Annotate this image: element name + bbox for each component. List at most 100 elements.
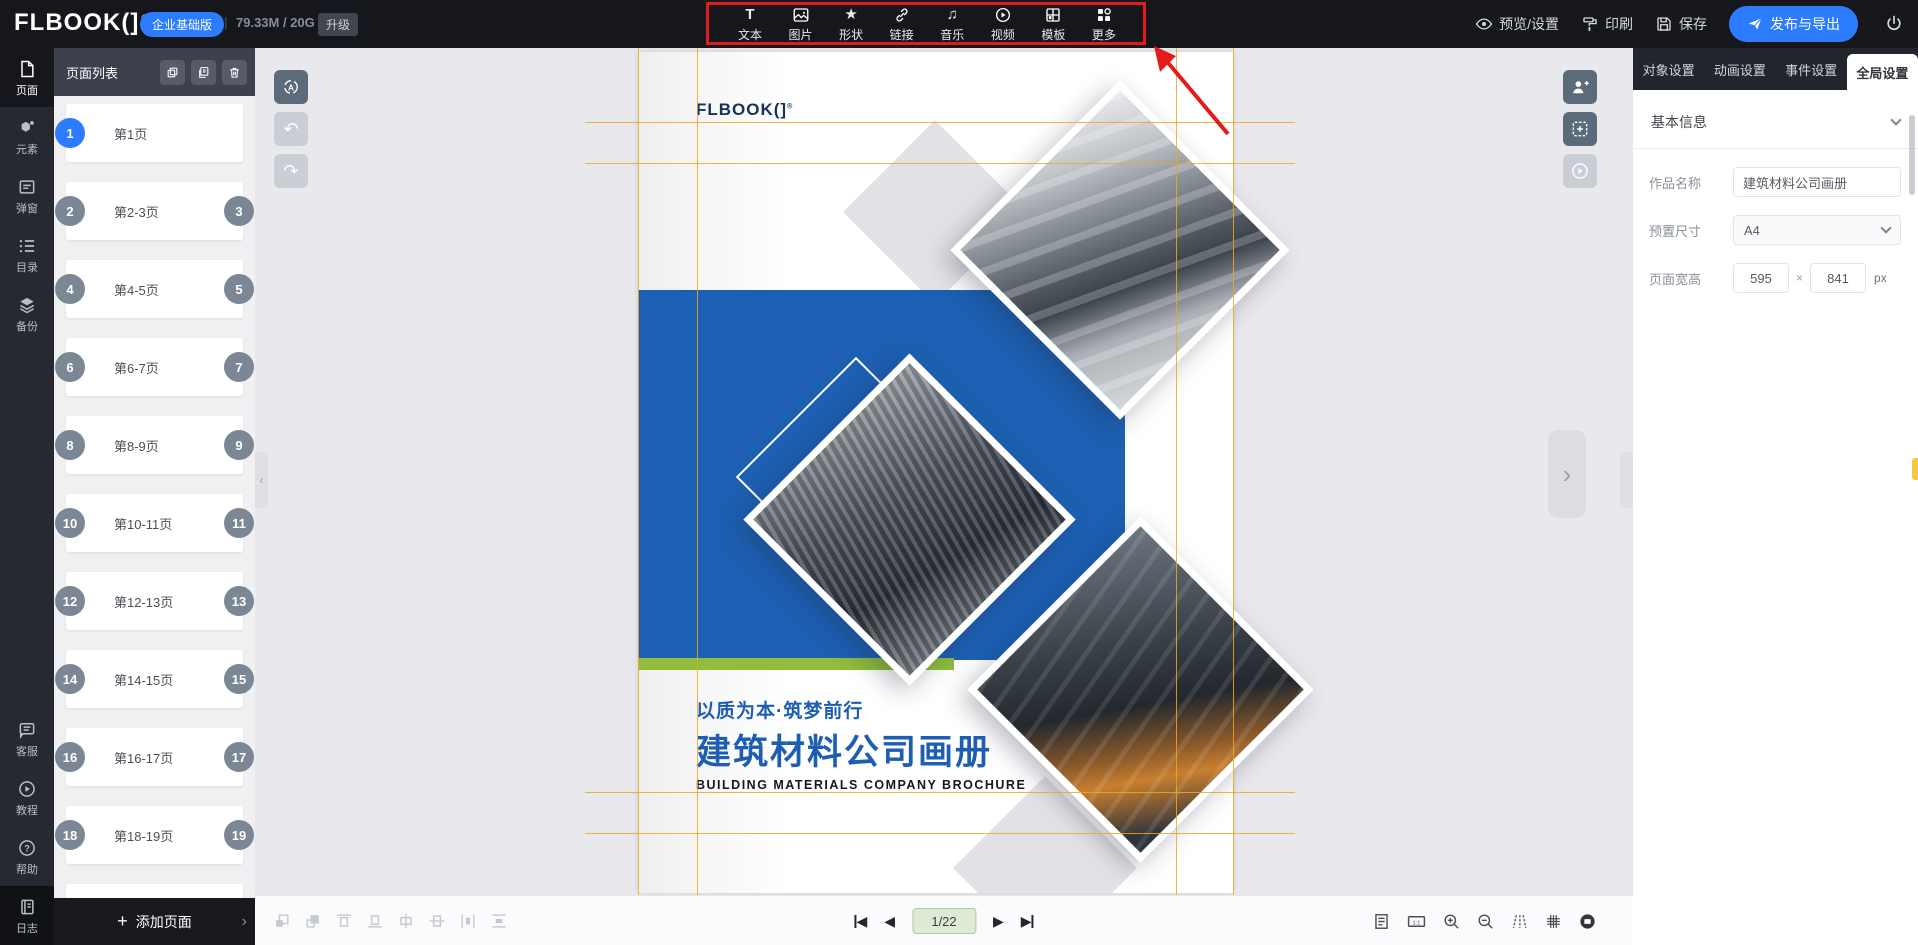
guides-toggle-icon[interactable] <box>1510 912 1529 931</box>
panel-scrollbar[interactable] <box>1909 115 1915 195</box>
app-logo[interactable]: FLBOOK(]® <box>14 9 149 37</box>
sidebar-item-log[interactable]: 日志 <box>0 886 54 945</box>
align-center-horizontal-icon[interactable] <box>426 910 448 932</box>
work-name-input[interactable] <box>1733 167 1901 197</box>
sidebar-item-backup[interactable]: 备份 <box>0 284 54 343</box>
backup-layers-icon <box>17 295 37 315</box>
autosave-button[interactable]: A <box>274 70 308 104</box>
publish-export-button[interactable]: 发布与导出 <box>1729 6 1858 42</box>
document-page[interactable]: FLBOOK(]® 以质为本·筑梦前行 建筑材料公司画册 BUILDING MA… <box>638 52 1233 893</box>
power-exit-icon[interactable] <box>1884 14 1904 34</box>
zoom-out-icon[interactable] <box>1476 912 1495 931</box>
page-number-badge: 1 <box>55 118 85 148</box>
collapse-right-panel-handle[interactable] <box>1620 452 1633 508</box>
page-item-14-15[interactable]: 14 第14-15页 15 <box>66 650 243 708</box>
toolbar-video-button[interactable]: 视频 <box>983 6 1023 43</box>
music-icon: ♫ <box>947 6 958 24</box>
send-backward-icon[interactable] <box>302 910 324 932</box>
save-button[interactable]: 保存 <box>1655 14 1707 34</box>
print-roller-icon <box>1581 15 1599 33</box>
page-height-input[interactable] <box>1810 263 1866 293</box>
page-item-1[interactable]: 1 第1页 <box>66 104 243 162</box>
page-item-16-17[interactable]: 16 第16-17页 17 <box>66 728 243 786</box>
redo-button[interactable]: ↷ <box>274 154 308 188</box>
single-page-view-icon[interactable] <box>1372 912 1391 931</box>
page-item-10-11[interactable]: 10 第10-11页 11 <box>66 494 243 552</box>
toolbar-shape-button[interactable]: ★ 形状 <box>831 6 871 43</box>
page-item-8-9[interactable]: 8 第8-9页 9 <box>66 416 243 474</box>
tab-event-settings[interactable]: 事件设置 <box>1776 48 1847 90</box>
page-number-badge: 2 <box>55 196 85 226</box>
page-number-badge: 7 <box>224 352 254 382</box>
page-item-4-5[interactable]: 4 第4-5页 5 <box>66 260 243 318</box>
canvas-area: FLBOOK(]® 以质为本·筑梦前行 建筑材料公司画册 BUILDING MA… <box>255 48 1633 895</box>
sidebar-item-help[interactable]: ? 帮助 <box>0 827 54 886</box>
copy-page-button[interactable] <box>191 60 216 85</box>
tab-object-settings[interactable]: 对象设置 <box>1633 48 1704 90</box>
paper-plane-icon <box>1747 16 1763 32</box>
upgrade-button[interactable]: 升级 <box>318 13 358 36</box>
insert-page-button[interactable] <box>1563 112 1597 146</box>
delete-page-button[interactable] <box>222 60 247 85</box>
page-item-2-3[interactable]: 2 第2-3页 3 <box>66 182 243 240</box>
basic-info-section-header[interactable]: 基本信息 <box>1633 90 1918 149</box>
add-page-button[interactable]: + 添加页面 › <box>54 898 255 945</box>
page-width-input[interactable] <box>1733 263 1789 293</box>
theme-toggle-icon[interactable] <box>1578 912 1597 931</box>
page-dimensions-row: 页面宽高 × px <box>1633 263 1918 293</box>
page-item-12-13[interactable]: 12 第12-13页 13 <box>66 572 243 630</box>
align-top-icon[interactable] <box>333 910 355 932</box>
left-sidebar: 页面 元素 弹窗 目录 备份 客服 教程 ? 帮助 <box>0 48 54 945</box>
page-item-18-19[interactable]: 18 第18-19页 19 <box>66 806 243 864</box>
sidebar-item-elements[interactable]: 元素 <box>0 107 54 166</box>
collaborator-add-button[interactable] <box>1563 70 1597 104</box>
actual-size-icon[interactable]: 1:1 <box>1406 912 1427 931</box>
preset-size-select[interactable]: A4 <box>1733 215 1901 245</box>
tab-global-settings[interactable]: 全局设置 <box>1847 54 1918 90</box>
bring-forward-icon[interactable] <box>271 910 293 932</box>
page-list-title: 页面列表 <box>66 63 154 82</box>
sidebar-item-support[interactable]: 客服 <box>0 709 54 768</box>
align-bottom-icon[interactable] <box>364 910 386 932</box>
duplicate-page-button[interactable] <box>160 60 185 85</box>
distribute-horizontal-icon[interactable] <box>457 910 479 932</box>
cover-subtitle: BUILDING MATERIALS COMPANY BROCHURE <box>696 778 1026 792</box>
previous-page-button[interactable]: ◀ <box>884 913 895 930</box>
sidebar-item-tutorial[interactable]: 教程 <box>0 768 54 827</box>
tab-animation-settings[interactable]: 动画设置 <box>1704 48 1775 90</box>
page-item-label: 第8-9页 <box>114 436 159 455</box>
undo-icon: ↶ <box>283 120 298 138</box>
settings-tabs: 对象设置 动画设置 事件设置 全局设置 <box>1633 48 1918 90</box>
grid-toggle-icon[interactable] <box>1544 912 1563 931</box>
last-page-button[interactable]: ▶ <box>1021 913 1034 930</box>
toolbar-link-button[interactable]: 链接 <box>882 6 922 43</box>
sidebar-item-popup[interactable]: 弹窗 <box>0 166 54 225</box>
next-page-flip-button[interactable]: › <box>1548 430 1586 518</box>
sidebar-item-pages[interactable]: 页面 <box>0 48 54 107</box>
catalog-icon <box>17 236 37 256</box>
next-page-button[interactable]: ▶ <box>993 913 1004 930</box>
times-symbol: × <box>1796 271 1803 285</box>
toolbar-music-button[interactable]: ♫ 音乐 <box>932 6 972 43</box>
popup-icon <box>17 177 37 197</box>
sidebar-item-catalog[interactable]: 目录 <box>0 225 54 284</box>
top-actions: 预览/设置 印刷 保存 发布与导出 <box>1475 0 1910 48</box>
first-page-button[interactable]: ◀ <box>854 913 867 930</box>
zoom-in-icon[interactable] <box>1442 912 1461 931</box>
toolbar-more-button[interactable]: 更多 <box>1084 6 1124 43</box>
preview-settings-button[interactable]: 预览/设置 <box>1475 14 1559 34</box>
align-center-vertical-icon[interactable] <box>395 910 417 932</box>
preview-play-button[interactable] <box>1563 154 1597 188</box>
print-button[interactable]: 印刷 <box>1581 14 1633 34</box>
page-item-partial[interactable] <box>66 884 243 898</box>
distribute-vertical-icon[interactable] <box>488 910 510 932</box>
save-icon <box>1655 15 1673 33</box>
toolbar-template-button[interactable]: 模板 <box>1033 6 1073 43</box>
page-item-6-7[interactable]: 6 第6-7页 7 <box>66 338 243 396</box>
toolbar-image-button[interactable]: 图片 <box>781 6 821 43</box>
toolbar-text-button[interactable]: T 文本 <box>730 6 770 43</box>
collapse-panel-handle[interactable]: ‹ <box>255 452 268 508</box>
page-indicator[interactable]: 1/22 <box>912 908 976 934</box>
log-book-icon <box>17 897 37 917</box>
undo-button[interactable]: ↶ <box>274 112 308 146</box>
